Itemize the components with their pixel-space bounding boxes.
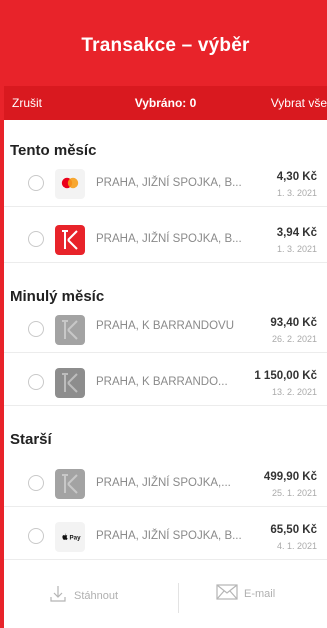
date: 26. 2. 2021 xyxy=(271,334,317,344)
amount: 93,40 Kč xyxy=(270,317,317,329)
amount: 499,90 Kč xyxy=(263,471,317,483)
footer-divider xyxy=(178,583,179,613)
amount: 4,30 Kč xyxy=(276,171,317,183)
date: 4. 1. 2021 xyxy=(276,541,317,551)
transaction-row[interactable]: PRAHA, K BARRANDOVU 93,40 Kč 26. 2. 2021 xyxy=(4,306,327,353)
cancel-button[interactable]: Zrušit xyxy=(12,96,42,110)
select-radio[interactable] xyxy=(28,231,44,247)
merchant-name: PRAHA, JIŽNÍ SPOJKA, B... xyxy=(96,233,242,245)
transaction-row[interactable]: Pay PRAHA, JIŽNÍ SPOJKA, B... 65,50 Kč 4… xyxy=(4,513,327,560)
email-button[interactable]: E-mail xyxy=(216,584,275,603)
tk-logo-icon xyxy=(55,368,85,398)
selection-toolbar: Vybráno: 0 Zrušit Vybrat vše xyxy=(4,86,327,120)
amount: 3,94 Kč xyxy=(276,227,317,239)
date: 1. 3. 2021 xyxy=(276,244,317,254)
download-label: Stáhnout xyxy=(74,589,119,602)
amount: 65,50 Kč xyxy=(270,524,317,536)
page-title: Transakce – výběr xyxy=(81,35,250,56)
transaction-row[interactable]: PRAHA, K BARRANDO... 1 150,00 Kč 13. 2. … xyxy=(4,359,327,406)
download-button[interactable]: Stáhnout xyxy=(48,584,118,607)
apple-pay-icon: Pay xyxy=(55,522,85,552)
merchant-name: PRAHA, JIŽNÍ SPOJKA, B... xyxy=(96,177,242,189)
merchant-name: PRAHA, JIŽNÍ SPOJKA,... xyxy=(96,477,231,489)
date: 13. 2. 2021 xyxy=(271,387,317,397)
svg-text:Pay: Pay xyxy=(70,534,82,541)
select-radio[interactable] xyxy=(28,475,44,491)
select-radio[interactable] xyxy=(28,374,44,390)
select-radio[interactable] xyxy=(28,175,44,191)
section-title-older: Starší xyxy=(10,431,52,448)
email-label: E-mail xyxy=(244,587,276,600)
amount: 1 150,00 Kč xyxy=(254,370,317,382)
select-radio[interactable] xyxy=(28,321,44,337)
date: 25. 1. 2021 xyxy=(271,488,317,498)
header: Transakce – výběr xyxy=(4,0,327,86)
section-title-last-month: Minulý měsíc xyxy=(10,288,105,305)
tk-logo-icon xyxy=(55,315,85,345)
date: 1. 3. 2021 xyxy=(276,188,317,198)
mail-icon xyxy=(216,584,238,603)
download-icon xyxy=(48,584,68,607)
merchant-name: PRAHA, JIŽNÍ SPOJKA, B... xyxy=(96,530,242,542)
transaction-row[interactable]: PRAHA, JIŽNÍ SPOJKA, B... 4,30 Kč 1. 3. … xyxy=(4,160,327,207)
merchant-name: PRAHA, K BARRANDO... xyxy=(96,376,228,388)
select-radio[interactable] xyxy=(28,528,44,544)
select-all-button[interactable]: Vybrat vše xyxy=(271,96,327,110)
transaction-row[interactable]: PRAHA, JIŽNÍ SPOJKA,... 499,90 Kč 25. 1.… xyxy=(4,460,327,507)
tk-logo-icon xyxy=(55,469,85,499)
section-title-this-month: Tento měsíc xyxy=(10,142,97,159)
footer-actions: Stáhnout E-mail xyxy=(4,575,327,628)
mastercard-icon xyxy=(55,169,85,199)
tk-logo-icon xyxy=(55,225,85,255)
merchant-name: PRAHA, K BARRANDOVU xyxy=(96,320,235,332)
transaction-row[interactable]: PRAHA, JIŽNÍ SPOJKA, B... 3,94 Kč 1. 3. … xyxy=(4,216,327,263)
